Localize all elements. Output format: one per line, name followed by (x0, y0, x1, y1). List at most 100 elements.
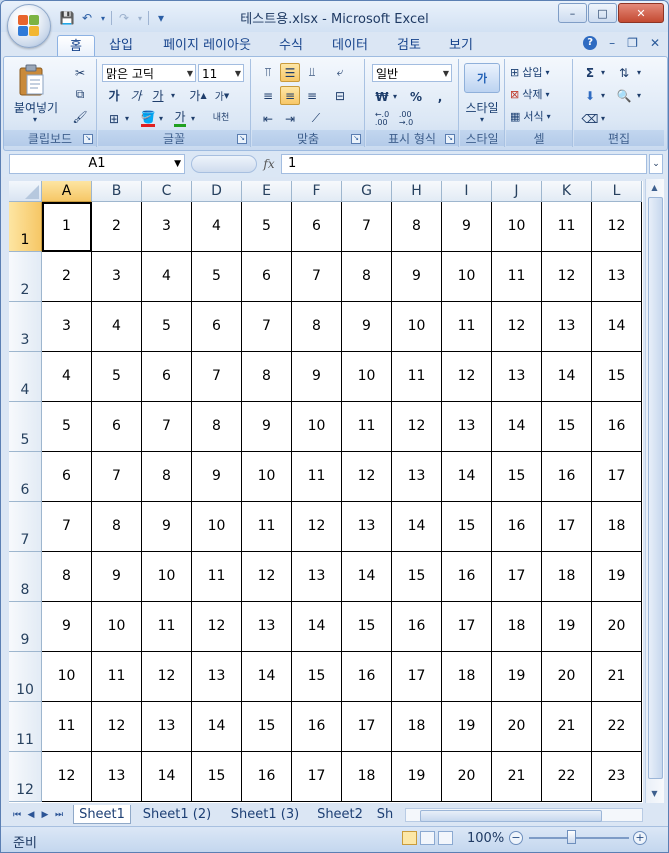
column-header[interactable]: J (492, 181, 542, 202)
horizontal-scrollbar[interactable] (405, 808, 643, 822)
dropdown-arrow-icon[interactable]: ▾ (598, 86, 608, 105)
grid-cell[interactable]: 5 (242, 202, 292, 252)
grid-cell[interactable]: 12 (542, 252, 592, 302)
grid-cell[interactable]: 6 (192, 302, 242, 352)
ribbon-restore-button[interactable]: ❐ (627, 36, 638, 50)
grid-cell[interactable]: 14 (242, 652, 292, 702)
grid-cell[interactable]: 16 (392, 602, 442, 652)
grid-cell[interactable]: 13 (242, 602, 292, 652)
clear-icon[interactable]: ⌫ (580, 109, 600, 128)
grid-cell[interactable]: 8 (142, 452, 192, 502)
row-header[interactable]: 12 (9, 752, 42, 802)
grid-cell[interactable]: 19 (442, 702, 492, 752)
grid-cell[interactable]: 7 (242, 302, 292, 352)
vertical-scrollbar[interactable]: ▲ ▼ (645, 179, 664, 803)
grid-cell[interactable]: 18 (342, 752, 392, 802)
grid-cell[interactable]: 12 (192, 602, 242, 652)
column-header[interactable]: A (42, 181, 92, 202)
copy-icon[interactable]: ⧉ (70, 85, 90, 104)
dropdown-arrow-icon[interactable]: ▾ (634, 63, 644, 82)
tab-insert[interactable]: 삽입 (101, 35, 141, 56)
underline-button[interactable]: 가 (148, 86, 168, 105)
currency-button[interactable]: ₩ (372, 87, 392, 106)
grid-cell[interactable]: 13 (92, 752, 142, 802)
grid-cell[interactable]: 13 (592, 252, 642, 302)
grid-cell[interactable]: 6 (292, 202, 342, 252)
dialog-launcher-icon[interactable]: ↘ (83, 134, 93, 144)
grid-cell[interactable]: 16 (592, 402, 642, 452)
align-right-icon[interactable]: ≡ (302, 86, 322, 105)
grid-cell[interactable]: 8 (192, 402, 242, 452)
column-header[interactable]: D (192, 181, 242, 202)
grid-cell[interactable]: 14 (392, 502, 442, 552)
grid-cell[interactable]: 19 (492, 652, 542, 702)
grid-cell[interactable]: 18 (392, 702, 442, 752)
grid-cell[interactable]: 12 (592, 202, 642, 252)
minimize-button[interactable]: – (558, 3, 587, 23)
grid-cell[interactable]: 8 (292, 302, 342, 352)
cut-icon[interactable]: ✂ (70, 63, 90, 82)
grid-cell[interactable]: 7 (342, 202, 392, 252)
first-sheet-icon[interactable]: ⏮ (11, 808, 23, 822)
column-header[interactable]: I (442, 181, 492, 202)
font-color-icon[interactable]: 가 (170, 109, 190, 128)
merge-center-icon[interactable]: ⊟ (330, 86, 350, 105)
align-center-icon[interactable]: ≡ (280, 86, 300, 105)
orientation-icon[interactable]: ⟋ (306, 109, 326, 128)
bold-button[interactable]: 가 (104, 86, 124, 105)
office-button[interactable] (7, 4, 51, 48)
tab-review[interactable]: 검토 (389, 35, 429, 56)
grid-cell[interactable]: 9 (442, 202, 492, 252)
expand-formula-bar-icon[interactable]: ⌄ (649, 154, 663, 174)
grid-cell[interactable]: 6 (242, 252, 292, 302)
normal-view-icon[interactable] (402, 831, 417, 845)
grid-cell[interactable]: 16 (492, 502, 542, 552)
grid-cell[interactable]: 13 (192, 652, 242, 702)
grid-cell[interactable]: 12 (242, 552, 292, 602)
grid-cell[interactable]: 11 (542, 202, 592, 252)
grid-cell[interactable]: 6 (142, 352, 192, 402)
grid-cell[interactable]: 4 (92, 302, 142, 352)
dropdown-arrow-icon[interactable]: ▾ (634, 86, 644, 105)
grid-cell[interactable]: 6 (92, 402, 142, 452)
format-cells-button[interactable]: ▦ 서식 ▾ (510, 107, 568, 125)
number-format-combo[interactable]: 일반 ▼ (372, 64, 452, 82)
grid-cell[interactable]: 20 (492, 702, 542, 752)
grid-cell[interactable]: 10 (242, 452, 292, 502)
grid-cell[interactable]: 10 (92, 602, 142, 652)
grid-cell[interactable]: 19 (392, 752, 442, 802)
format-painter-icon[interactable]: 🖌 (70, 107, 90, 126)
column-header[interactable]: F (292, 181, 342, 202)
find-select-icon[interactable]: 🔍 (614, 86, 634, 105)
phonetic-guide-button[interactable]: 내천 (208, 109, 234, 128)
column-header[interactable]: E (242, 181, 292, 202)
grid-cell[interactable]: 8 (42, 552, 92, 602)
ribbon-minimize-button[interactable]: – (609, 36, 615, 50)
sheet-tab-sheet1[interactable]: Sheet1 (73, 805, 131, 824)
grid-cell[interactable]: 17 (492, 552, 542, 602)
grid-cell[interactable]: 19 (592, 552, 642, 602)
scroll-down-icon[interactable]: ▼ (648, 787, 661, 801)
grid-cell[interactable]: 9 (242, 402, 292, 452)
grid-cell[interactable]: 11 (342, 402, 392, 452)
zoom-level[interactable]: 100% (467, 831, 504, 846)
grid-cell[interactable]: 17 (592, 452, 642, 502)
insert-cells-button[interactable]: ⊞ 삽입 ▾ (510, 63, 568, 81)
grid-cell[interactable]: 4 (142, 252, 192, 302)
grid-cell[interactable]: 14 (142, 752, 192, 802)
column-header[interactable]: K (542, 181, 592, 202)
grid-cell[interactable]: 16 (342, 652, 392, 702)
grid-cell[interactable]: 12 (42, 752, 92, 802)
fill-down-icon[interactable]: ⬇ (580, 86, 600, 105)
grid-cell[interactable]: 11 (242, 502, 292, 552)
tab-page-layout[interactable]: 페이지 레이아웃 (155, 35, 259, 56)
horizontal-scroll-thumb[interactable] (420, 810, 602, 822)
grid-cell[interactable]: 6 (42, 452, 92, 502)
grid-cell[interactable]: 18 (542, 552, 592, 602)
next-sheet-icon[interactable]: ▶ (39, 808, 51, 822)
zoom-slider-track[interactable] (529, 837, 629, 839)
vertical-scroll-thumb[interactable] (648, 197, 663, 779)
grid-cell[interactable]: 8 (342, 252, 392, 302)
dropdown-arrow-icon[interactable]: ▾ (478, 115, 486, 124)
dropdown-arrow-icon[interactable]: ▾ (122, 109, 132, 128)
